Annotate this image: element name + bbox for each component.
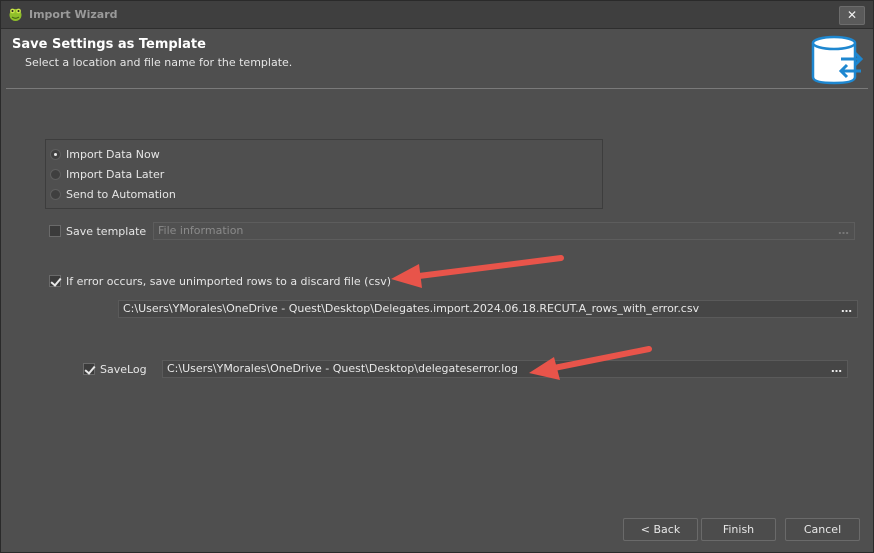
database-sync-icon xyxy=(811,35,863,85)
radio-label: Send to Automation xyxy=(66,187,176,201)
page-title: Save Settings as Template xyxy=(12,37,206,52)
title-bar[interactable]: Import Wizard ✕ xyxy=(1,1,873,29)
back-button[interactable]: < Back xyxy=(623,518,698,541)
template-file-field[interactable]: File information … xyxy=(153,222,855,240)
savelog-label: SaveLog xyxy=(100,362,147,376)
savelog-browse-button[interactable]: … xyxy=(831,361,842,377)
radio-button[interactable] xyxy=(50,168,61,180)
close-icon: ✕ xyxy=(846,8,858,22)
discard-file-path-field[interactable]: C:\Users\YMorales\OneDrive - Quest\Deskt… xyxy=(118,300,858,318)
save-template-checkbox[interactable] xyxy=(49,225,61,237)
header-divider xyxy=(6,88,868,89)
page-subtitle: Select a location and file name for the … xyxy=(25,56,293,69)
wizard-header: Save Settings as Template Select a locat… xyxy=(1,29,873,87)
save-template-row[interactable]: Save template xyxy=(49,223,146,239)
cancel-button[interactable]: Cancel xyxy=(785,518,860,541)
discard-file-checkbox[interactable] xyxy=(49,275,61,287)
template-file-placeholder: File information xyxy=(158,224,244,237)
window-title: Import Wizard xyxy=(29,8,118,21)
save-template-label: Save template xyxy=(66,224,147,238)
savelog-path: C:\Users\YMorales\OneDrive - Quest\Deskt… xyxy=(167,362,518,375)
finish-button[interactable]: Finish xyxy=(701,518,776,541)
radio-send-automation[interactable]: Send to Automation xyxy=(50,186,176,202)
radio-button[interactable] xyxy=(50,188,61,200)
savelog-row[interactable]: SaveLog xyxy=(83,361,147,377)
savelog-checkbox[interactable] xyxy=(83,363,95,375)
radio-label: Import Data Now xyxy=(66,147,160,161)
discard-file-path: C:\Users\YMorales\OneDrive - Quest\Deskt… xyxy=(123,302,700,315)
import-wizard-window: Import Wizard ✕ Save Settings as Templat… xyxy=(0,0,874,553)
template-browse-button[interactable]: … xyxy=(838,223,849,239)
annotation-arrow-icon xyxy=(391,255,564,288)
discard-file-row[interactable]: If error occurs, save unimported rows to… xyxy=(49,273,391,289)
radio-import-later[interactable]: Import Data Later xyxy=(50,166,164,182)
radio-button-checked[interactable] xyxy=(50,148,61,160)
close-button[interactable]: ✕ xyxy=(839,6,865,25)
discard-file-label: If error occurs, save unimported rows to… xyxy=(66,274,392,288)
radio-import-now[interactable]: Import Data Now xyxy=(50,146,160,162)
discard-browse-button[interactable]: … xyxy=(841,301,852,317)
radio-label: Import Data Later xyxy=(66,167,165,181)
savelog-path-field[interactable]: C:\Users\YMorales\OneDrive - Quest\Deskt… xyxy=(162,360,848,378)
annotation-arrow-icon xyxy=(529,346,652,380)
frog-app-icon xyxy=(9,8,22,21)
